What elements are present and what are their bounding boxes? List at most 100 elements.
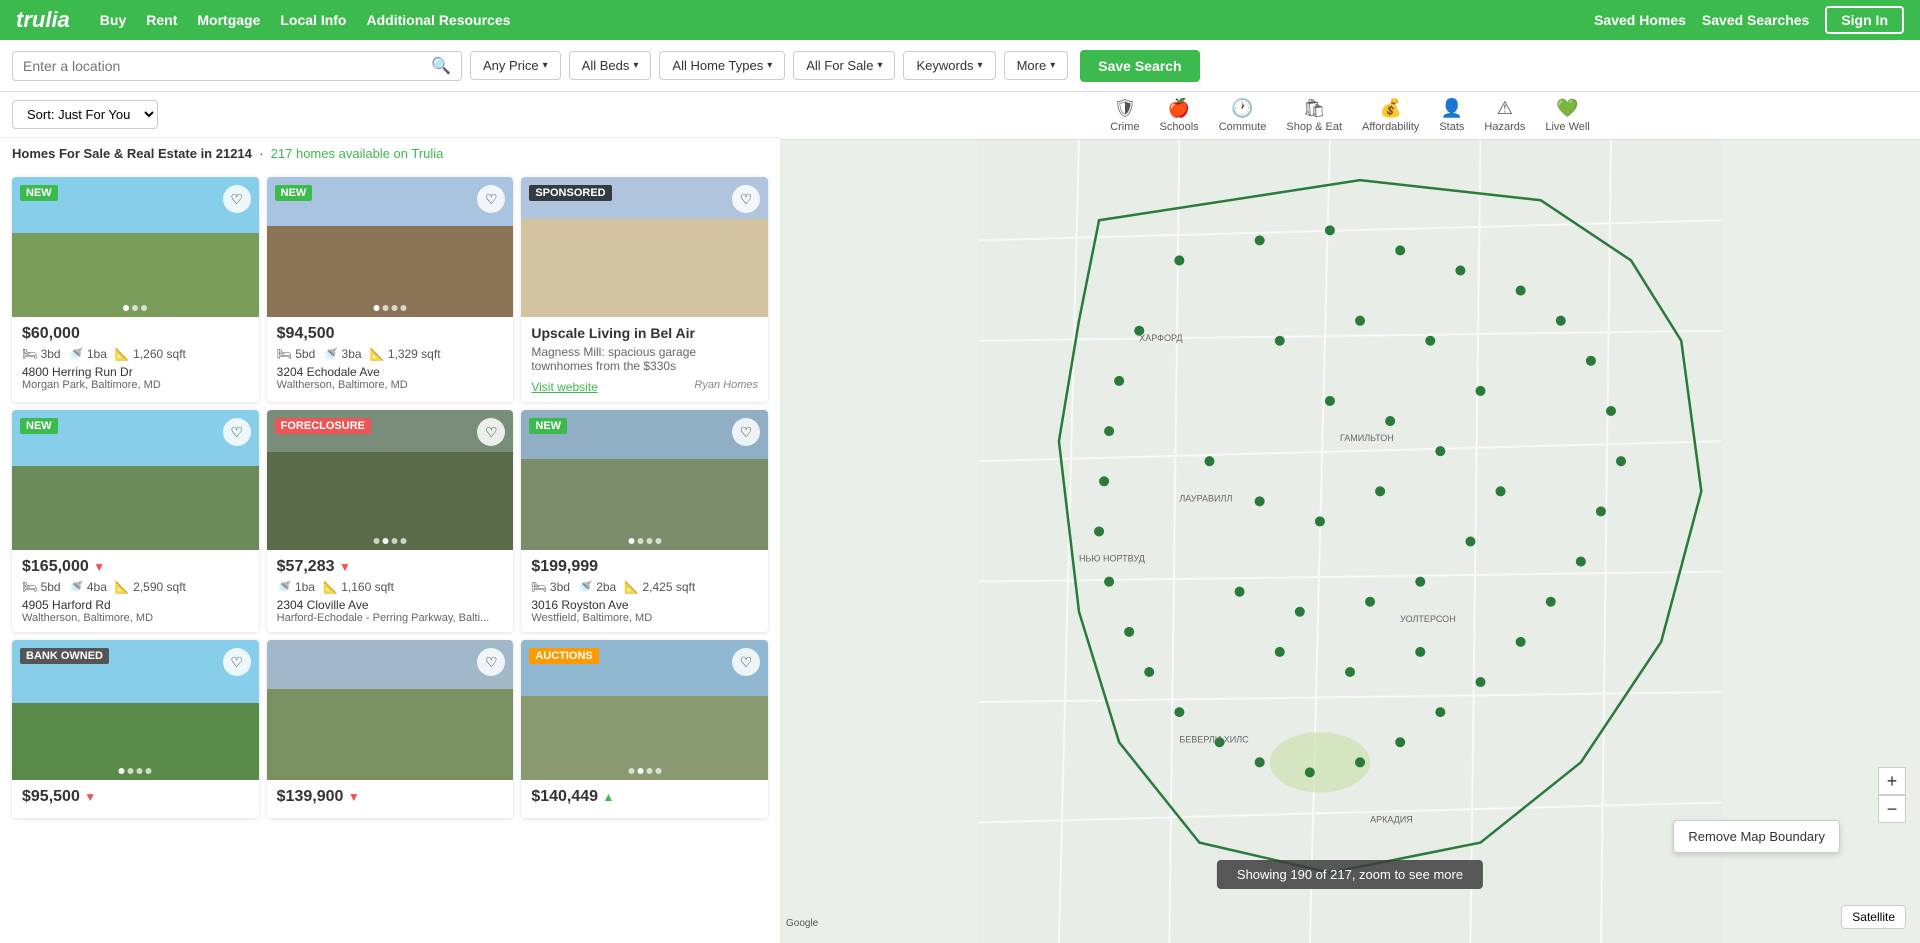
favorite-button[interactable]: ♡ [223, 418, 251, 446]
dot [391, 305, 397, 311]
map-icon-livewell[interactable]: 💚Live Well [1545, 98, 1589, 133]
price-filter[interactable]: Any Price ▾ [470, 51, 561, 80]
location-input-wrap[interactable]: 🔍 [12, 51, 462, 81]
listing-card[interactable]: NEW ♡ $60,000 🛏 3bd 🚿 1ba 📐 1,260 sqft 4… [12, 177, 259, 402]
price-arrow-down-icon: ▼ [93, 560, 105, 574]
saved-homes-link[interactable]: Saved Homes [1594, 12, 1686, 28]
baths: 🚿 4ba [69, 580, 107, 594]
listing-address: 4905 Harford Rd [22, 598, 249, 612]
price-arrow-down-icon: ▼ [84, 790, 96, 804]
saved-searches-link[interactable]: Saved Searches [1702, 12, 1809, 28]
chevron-down-icon: ▾ [543, 60, 548, 71]
listing-image-wrap: FORECLOSURE ♡ [267, 410, 514, 550]
listing-location: Waltherson, Baltimore, MD [22, 612, 249, 624]
dot [141, 305, 147, 311]
dot [146, 768, 152, 774]
listing-details: 🚿 1ba 📐 1,160 sqft [277, 580, 504, 594]
listing-details: 🛏 3bd 🚿 1ba 📐 1,260 sqft [22, 347, 249, 361]
dots [119, 768, 152, 774]
chevron-down-icon: ▾ [877, 60, 882, 71]
price-arrow-up-icon: ▲ [603, 790, 615, 804]
dot [628, 538, 634, 544]
listing-card[interactable]: AUCTIONS ♡ $140,449 ▲ [521, 640, 768, 818]
nav-rent[interactable]: Rent [146, 12, 177, 28]
beds-filter[interactable]: All Beds ▾ [569, 51, 652, 80]
dot [382, 538, 388, 544]
listing-badge: NEW [275, 185, 313, 201]
results-count-link[interactable]: 217 homes available on Trulia [271, 146, 444, 161]
listing-details: 🛏 5bd 🚿 4ba 📐 2,590 sqft [22, 580, 249, 594]
nav-additional-resources[interactable]: Additional Resources [367, 12, 511, 28]
listing-info: $94,500 🛏 5bd 🚿 3ba 📐 1,329 sqft 3204 Ec… [267, 317, 514, 399]
map-icon-schools[interactable]: 🍎Schools [1160, 98, 1199, 133]
trulia-logo[interactable]: trulia [16, 7, 70, 33]
svg-text:ХАРФОРД: ХАРФОРД [1139, 333, 1182, 343]
favorite-button[interactable]: ♡ [223, 185, 251, 213]
satellite-button[interactable]: Satellite [1841, 905, 1906, 929]
baths: 🚿 2ba [578, 580, 616, 594]
dot [400, 305, 406, 311]
listing-price: $57,283 ▼ [277, 558, 504, 576]
svg-text:УОЛТЕРСОН: УОЛТЕРСОН [1400, 614, 1456, 624]
listing-badge: NEW [20, 185, 58, 201]
listing-price: $94,500 [277, 325, 504, 343]
remove-boundary-button[interactable]: Remove Map Boundary [1673, 820, 1840, 853]
save-search-button[interactable]: Save Search [1080, 50, 1199, 82]
listing-location: Westfield, Baltimore, MD [531, 612, 758, 624]
favorite-button[interactable]: ♡ [223, 648, 251, 676]
favorite-button[interactable]: ♡ [732, 648, 760, 676]
dot [119, 768, 125, 774]
dots [373, 305, 406, 311]
map-icons-bar: 🛡Crime 🍎Schools 🕐Commute 🛍Shop & Eat 💰Afford… [780, 92, 1920, 140]
livewell-icon: 💚 [1556, 98, 1578, 119]
dots [123, 305, 147, 311]
listing-card[interactable]: NEW ♡ $199,999 🛏 3bd 🚿 2ba 📐 2,425 sqft … [521, 410, 768, 632]
nav-local-info[interactable]: Local Info [280, 12, 346, 28]
sale-filter[interactable]: All For Sale ▾ [793, 51, 895, 80]
map-icon-stats[interactable]: 👤Stats [1439, 98, 1464, 133]
listing-price: $95,500 ▼ [22, 788, 249, 806]
map-icon-hazards[interactable]: ⚠Hazards [1484, 98, 1525, 133]
sign-in-button[interactable]: Sign In [1825, 6, 1904, 34]
nav-buy[interactable]: Buy [100, 12, 126, 28]
hazards-icon: ⚠ [1497, 98, 1513, 119]
listing-card[interactable]: FORECLOSURE ♡ $57,283 ▼ 🚿 1ba 📐 1,160 sq… [267, 410, 514, 632]
map-icon-crime[interactable]: 🛡Crime [1110, 98, 1139, 133]
dot [400, 538, 406, 544]
home-types-filter[interactable]: All Home Types ▾ [659, 51, 785, 80]
sponsored-link[interactable]: Visit website [531, 380, 597, 394]
beds: 🛏 5bd [277, 347, 316, 361]
listing-price: $139,900 ▼ [277, 788, 504, 806]
listing-card[interactable]: BANK OWNED ♡ $95,500 ▼ [12, 640, 259, 818]
listing-card[interactable]: SPONSORED ♡ Upscale Living in Bel Air Ma… [521, 177, 768, 402]
favorite-button[interactable]: ♡ [732, 418, 760, 446]
shop-icon: 🛍 [1303, 98, 1326, 119]
zoom-in-button[interactable]: + [1878, 767, 1906, 795]
nav-right: Saved Homes Saved Searches Sign In [1594, 6, 1904, 34]
sqft: 📐 1,160 sqft [323, 580, 394, 594]
location-input[interactable] [23, 58, 431, 74]
listing-details: 🛏 3bd 🚿 2ba 📐 2,425 sqft [531, 580, 758, 594]
listing-card[interactable]: NEW ♡ $165,000 ▼ 🛏 5bd 🚿 4ba 📐 2,590 sqf… [12, 410, 259, 632]
zoom-out-button[interactable]: − [1878, 795, 1906, 823]
sqft: 📐 2,590 sqft [115, 580, 186, 594]
more-filter[interactable]: More ▾ [1004, 51, 1069, 80]
map-icon-commute[interactable]: 🕐Commute [1219, 98, 1267, 133]
favorite-button[interactable]: ♡ [732, 185, 760, 213]
keywords-filter[interactable]: Keywords ▾ [903, 51, 995, 80]
listing-card[interactable]: NEW ♡ $94,500 🛏 5bd 🚿 3ba 📐 1,329 sqft 3… [267, 177, 514, 402]
sort-select[interactable]: Sort: Just For You [12, 100, 158, 129]
listing-image-wrap: NEW ♡ [267, 177, 514, 317]
dot [391, 538, 397, 544]
chevron-down-icon: ▾ [767, 60, 772, 71]
chevron-down-icon: ▾ [633, 60, 638, 71]
nav-mortgage[interactable]: Mortgage [197, 12, 260, 28]
svg-text:ЛАУРАВИЛЛ: ЛАУРАВИЛЛ [1179, 493, 1232, 503]
listing-card[interactable]: ♡ $139,900 ▼ [267, 640, 514, 818]
sponsored-desc: Magness Mill: spacious garage townhomes … [531, 345, 758, 373]
sponsored-title: Upscale Living in Bel Air [531, 325, 758, 341]
search-bar: 🔍 Any Price ▾ All Beds ▾ All Home Types … [0, 40, 1920, 92]
search-button[interactable]: 🔍 [431, 56, 451, 76]
map-icon-afford[interactable]: 💰Affordability [1362, 98, 1419, 133]
map-icon-shop[interactable]: 🛍Shop & Eat [1286, 98, 1342, 133]
